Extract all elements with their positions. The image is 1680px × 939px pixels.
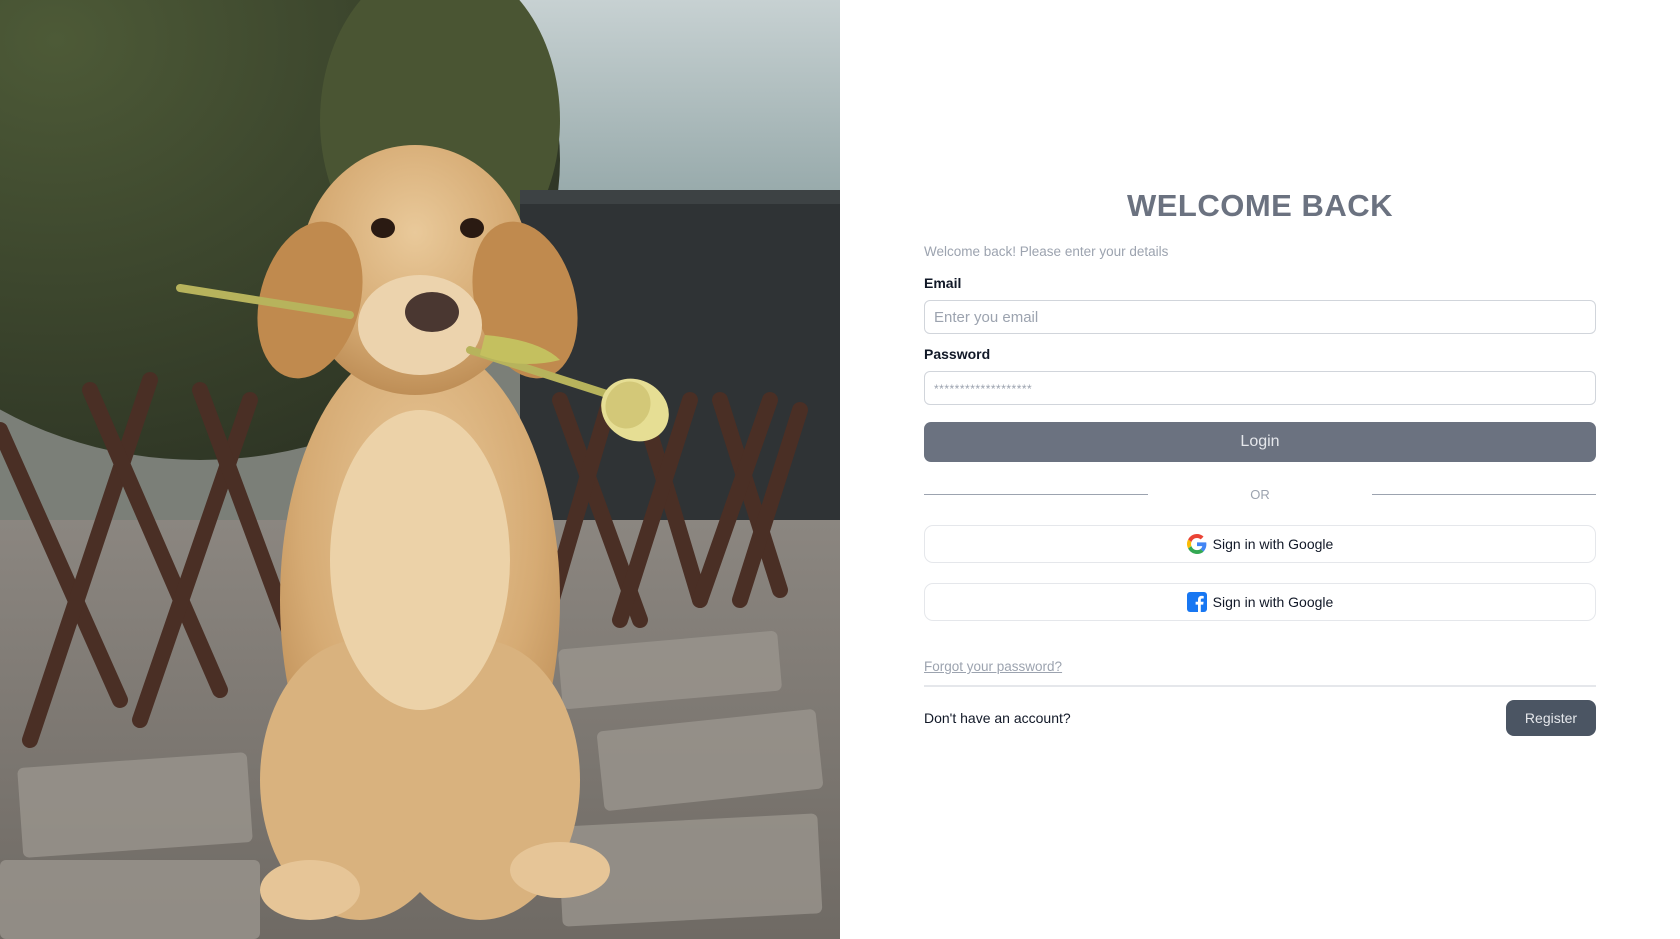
google-signin-label: Sign in with Google <box>1212 536 1334 552</box>
puppy-photo <box>0 0 840 939</box>
or-label: OR <box>1250 486 1270 502</box>
register-button[interactable]: Register <box>1506 700 1596 736</box>
login-panel: WELCOME BACK Welcome back! Please enter … <box>840 0 1680 939</box>
or-line-right <box>1372 493 1596 495</box>
or-divider: OR <box>924 484 1596 504</box>
no-account-text: Don't have an account? <box>924 710 1071 726</box>
google-icon <box>1186 534 1207 554</box>
register-row: Don't have an account? Register <box>924 700 1596 736</box>
password-input[interactable] <box>924 371 1596 405</box>
login-page: WELCOME BACK Welcome back! Please enter … <box>0 0 1680 939</box>
facebook-signin-button[interactable]: Sign in with Google <box>924 583 1596 621</box>
password-label: Password <box>924 346 991 362</box>
facebook-icon <box>1186 592 1207 612</box>
forgot-password-link[interactable]: Forgot your password? <box>924 658 1062 676</box>
footer-divider <box>924 685 1596 687</box>
google-signin-button[interactable]: Sign in with Google <box>924 525 1596 563</box>
hero-image <box>0 0 840 939</box>
login-form: WELCOME BACK Welcome back! Please enter … <box>924 184 1596 736</box>
email-input[interactable] <box>924 300 1596 334</box>
or-line-left <box>924 493 1148 495</box>
facebook-signin-label: Sign in with Google <box>1212 594 1334 610</box>
email-label: Email <box>924 275 962 291</box>
page-subtitle: Welcome back! Please enter your details <box>924 244 1169 259</box>
login-button[interactable]: Login <box>924 422 1596 462</box>
page-title: WELCOME BACK <box>1126 188 1394 223</box>
